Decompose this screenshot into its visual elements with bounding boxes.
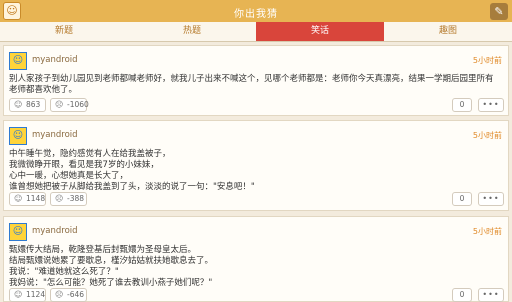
post-card: ☺ myandroid 5小时前 甄嬛传大结局，乾隆登基后封甄嬛为圣母皇太后。 … — [3, 216, 509, 302]
tab-jokes[interactable]: 笑话 — [256, 22, 384, 41]
dislike-count: -646 — [67, 290, 85, 299]
tab-fun-pics[interactable]: 趣图 — [384, 22, 512, 41]
avatar[interactable]: ☺ — [9, 52, 27, 70]
dislike-button[interactable]: ☹ -1060 — [50, 98, 89, 112]
page-title: 你出我猜 — [234, 9, 278, 20]
post-text: 别人家孩子到幼儿园见到老师都喊老师好，就我儿子出来不喊这个，见哪个老师都是：老师… — [9, 74, 494, 95]
smile-icon: ☺ — [14, 194, 23, 203]
post-time: 5小时前 — [472, 56, 502, 65]
frown-icon: ☹ — [55, 290, 64, 299]
avatar[interactable]: ☺ — [9, 127, 27, 145]
post-time: 5小时前 — [472, 131, 502, 140]
avatar[interactable]: ☺ — [9, 223, 27, 241]
like-button[interactable]: ☺ 863 — [9, 98, 46, 112]
post-username[interactable]: myandroid — [32, 130, 78, 140]
pen-icon[interactable]: ✎ — [490, 3, 508, 20]
post-time: 5小时前 — [472, 227, 502, 236]
more-button[interactable]: ••• — [478, 98, 504, 112]
smile-icon: ☺ — [14, 100, 23, 109]
more-button[interactable]: ••• — [478, 192, 504, 206]
frown-icon: ☹ — [55, 100, 64, 109]
like-count: 1124 — [26, 290, 46, 299]
smile-icon: ☺ — [14, 290, 23, 299]
dislike-button[interactable]: ☹ -388 — [50, 192, 87, 206]
comment-button[interactable]: 0 — [452, 192, 472, 206]
post-text: 中午睡午觉，隐约感觉有人在给我盖被子， 我微微睁开眼，看见是我7岁的小妹妹， 心… — [9, 149, 255, 192]
tab-new[interactable]: 新题 — [0, 22, 128, 41]
frown-icon: ☹ — [55, 194, 64, 203]
post-username[interactable]: myandroid — [32, 226, 78, 236]
like-count: 863 — [26, 100, 41, 109]
dislike-count: -1060 — [67, 100, 89, 109]
like-button[interactable]: ☺ 1148 — [9, 192, 46, 206]
post-card: ☺ myandroid 5小时前 中午睡午觉，隐约感觉有人在给我盖被子， 我微微… — [3, 120, 509, 211]
tab-hot[interactable]: 热题 — [128, 22, 256, 41]
post-username[interactable]: myandroid — [32, 55, 78, 65]
tab-bar: 新题 热题 笑话 趣图 — [0, 22, 512, 42]
dislike-count: -388 — [67, 194, 85, 203]
post-card: ☺ myandroid 5小时前 别人家孩子到幼儿园见到老师都喊老师好，就我儿子… — [3, 45, 509, 116]
like-count: 1148 — [26, 194, 46, 203]
app-header: ☺ 你出我猜 ✎ — [0, 0, 512, 22]
post-text: 甄嬛传大结局，乾隆登基后封甄嬛为圣母皇太后。 结局甄嬛说她累了要歇息，槿汐姑姑就… — [9, 245, 214, 288]
comment-button[interactable]: 0 — [452, 98, 472, 112]
